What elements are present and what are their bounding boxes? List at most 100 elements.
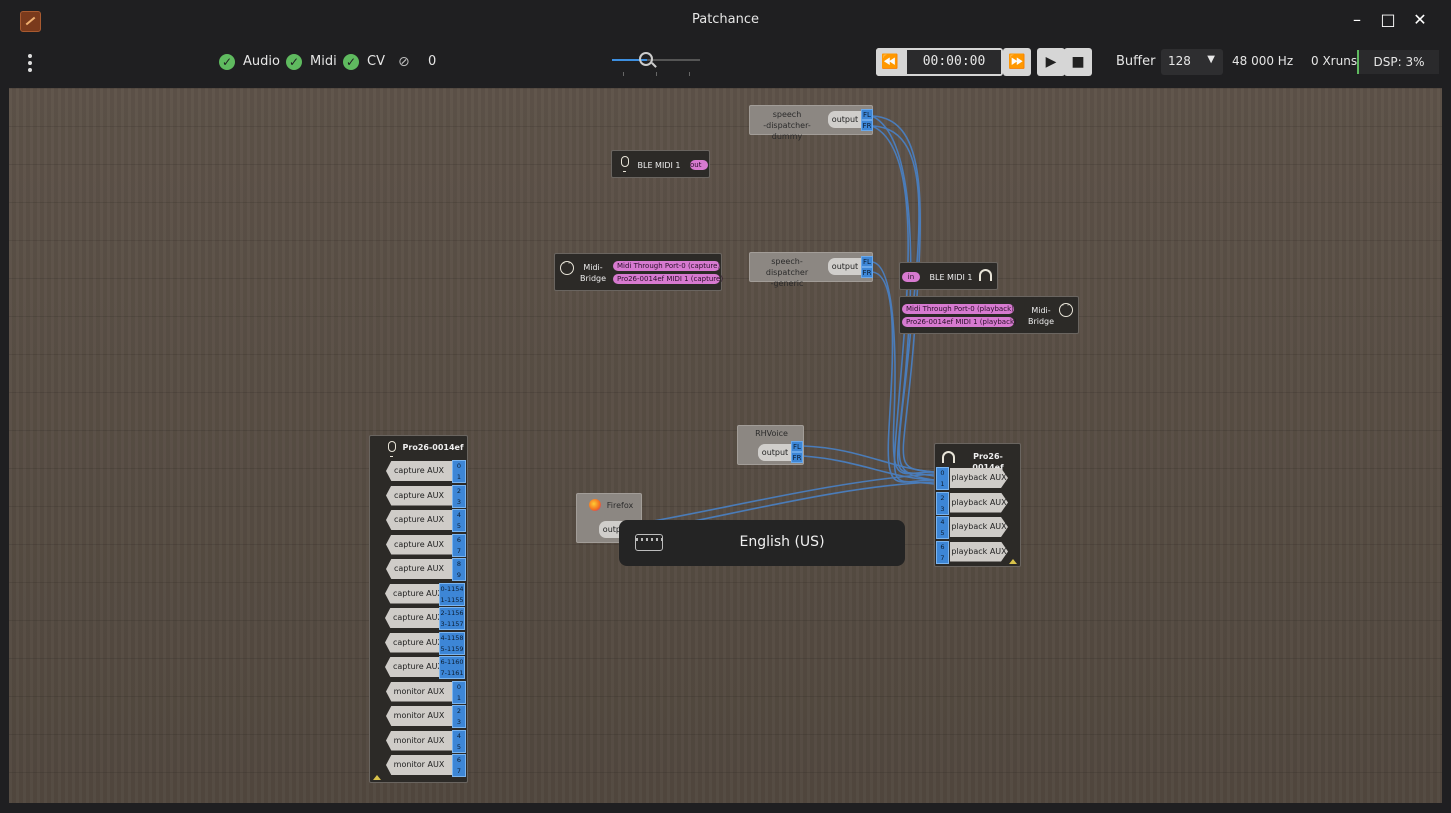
- port-channel[interactable]: 7: [937, 553, 948, 563]
- midi-check-icon[interactable]: ✓: [286, 54, 302, 70]
- maximize-button[interactable]: □: [1377, 9, 1399, 31]
- port-channels[interactable]: 45: [452, 729, 466, 753]
- port-channels[interactable]: 67: [452, 754, 466, 777]
- port-channel[interactable]: 2: [453, 706, 465, 717]
- output-port[interactable]: output: [828, 258, 862, 275]
- port-channels[interactable]: 2-1156 3-1157: [439, 607, 465, 630]
- port-channel[interactable]: 6: [453, 535, 465, 546]
- port-channels[interactable]: 4-1158 5-1159: [439, 631, 465, 655]
- port-channel[interactable]: 1: [937, 479, 948, 489]
- port-channel[interactable]: 2-1156: [440, 608, 464, 619]
- zoom-icon[interactable]: [639, 52, 654, 66]
- audio-out-port[interactable]: monitor AUX: [386, 706, 452, 726]
- port-channel[interactable]: 3: [937, 504, 948, 514]
- port-channel[interactable]: 5: [453, 521, 465, 531]
- audio-in-port[interactable]: playback AUX: [950, 517, 1008, 537]
- port-channel[interactable]: 7-1161: [440, 668, 464, 678]
- xruns-counter[interactable]: 0 Xruns: [1311, 54, 1357, 68]
- box-pro26-capture[interactable]: Pro26-0014ef capture AUX 0 1 capture AUX 2 3 c…: [369, 435, 468, 783]
- port-channel[interactable]: 6: [453, 755, 465, 766]
- port-channels[interactable]: 01: [452, 680, 466, 704]
- audio-out-port[interactable]: monitor AUX: [386, 755, 452, 775]
- port-channel[interactable]: 1: [453, 472, 465, 482]
- port-channels[interactable]: 01: [452, 460, 466, 483]
- audio-out-port[interactable]: capture AUX: [386, 510, 452, 530]
- cv-check-icon[interactable]: ✓: [343, 54, 359, 70]
- audio-out-port[interactable]: capture AUX: [386, 559, 452, 579]
- buffer-select[interactable]: 128 ▼: [1161, 49, 1223, 75]
- port-channels[interactable]: 67: [452, 533, 466, 557]
- port-channel[interactable]: 1-1155: [440, 595, 464, 605]
- box-speech-dispatcher-dummy[interactable]: speech -dispatcher-dummy output FL FR: [749, 105, 873, 141]
- port-channel[interactable]: 4-1158: [440, 633, 464, 644]
- output-port[interactable]: output: [828, 111, 862, 128]
- port-channel[interactable]: FR: [791, 452, 803, 463]
- midi-out-port[interactable]: Midi Through Port-0 (capture): [613, 261, 720, 271]
- port-channel[interactable]: 6-1160: [440, 657, 464, 668]
- audio-in-port[interactable]: playback AUX: [950, 468, 1008, 488]
- port-channel[interactable]: 7: [453, 766, 465, 776]
- audio-in-port[interactable]: playback AUX: [950, 492, 1008, 513]
- port-channel[interactable]: 0: [937, 468, 948, 479]
- audio-out-port[interactable]: capture AUX: [386, 485, 452, 506]
- port-channel[interactable]: 4: [453, 731, 465, 742]
- port-channel[interactable]: 0: [453, 682, 465, 693]
- port-channels[interactable]: 23: [452, 705, 466, 728]
- port-channel[interactable]: 5-1159: [440, 644, 464, 654]
- box-pro26-playback[interactable]: Pro26-0014ef 0 1 playback AUX 2 3 playback AU…: [934, 443, 1021, 567]
- box-ble-midi-output[interactable]: BLE MIDI 1 out: [611, 150, 710, 178]
- port-channel[interactable]: FR: [861, 267, 873, 278]
- audio-out-port[interactable]: monitor AUX: [386, 681, 452, 702]
- port-channel[interactable]: 3-1157: [440, 619, 464, 629]
- hidden-boxes-icon[interactable]: ⊘: [398, 54, 410, 70]
- box-midi-bridge-playback[interactable]: Midi Through Port-0 (playback) Pro26-001…: [899, 296, 1079, 334]
- port-channel[interactable]: 2: [937, 493, 948, 504]
- audio-out-port[interactable]: capture AUX: [386, 534, 452, 555]
- box-speech-dispatcher-generic[interactable]: speech-dispatcher -generic output FL FR: [749, 252, 873, 288]
- audio-out-port[interactable]: monitor AUX: [386, 730, 452, 751]
- port-channel[interactable]: 5: [453, 742, 465, 752]
- rewind-button[interactable]: ⏪: [876, 48, 904, 76]
- output-port[interactable]: output: [758, 444, 792, 461]
- port-channel[interactable]: 4: [937, 517, 948, 528]
- port-channels[interactable]: 23: [452, 484, 466, 508]
- menu-button[interactable]: [22, 51, 38, 73]
- close-button[interactable]: ✕: [1409, 9, 1431, 31]
- port-channel[interactable]: 9: [453, 570, 465, 580]
- audio-check-icon[interactable]: ✓: [219, 54, 235, 70]
- audio-toggle-label[interactable]: Audio: [243, 54, 280, 69]
- audio-out-port[interactable]: capture AUX: [386, 461, 452, 481]
- port-channel[interactable]: FL: [861, 109, 873, 120]
- port-channels[interactable]: 45: [452, 509, 466, 532]
- port-channel[interactable]: 3: [453, 497, 465, 507]
- resize-grip-icon[interactable]: [1009, 559, 1017, 564]
- port-channel[interactable]: 0-1154: [440, 584, 464, 595]
- port-channels[interactable]: 23: [936, 491, 949, 515]
- box-midi-bridge-capture[interactable]: Midi- Bridge Midi Through Port-0 (captur…: [554, 253, 723, 291]
- port-channels[interactable]: 89: [452, 558, 466, 581]
- box-rhvoice[interactable]: RHVoice output FL FR: [737, 425, 804, 465]
- port-channel[interactable]: 8: [453, 559, 465, 570]
- midi-out-port[interactable]: Pro26-0014ef MIDI 1 (capture): [613, 274, 723, 284]
- stop-button[interactable]: ■: [1064, 48, 1092, 76]
- port-channel[interactable]: 4: [453, 510, 465, 521]
- resize-grip-icon[interactable]: [373, 775, 381, 780]
- port-channel[interactable]: 0: [453, 461, 465, 472]
- minimize-button[interactable]: –: [1346, 9, 1368, 31]
- fast-forward-button[interactable]: ⏩: [1003, 48, 1031, 76]
- port-channel[interactable]: FR: [861, 120, 873, 131]
- midi-out-port[interactable]: out: [690, 160, 708, 170]
- patchbay-canvas[interactable]: speech -dispatcher-dummy output FL FR BL…: [9, 88, 1442, 803]
- midi-toggle-label[interactable]: Midi: [310, 54, 337, 69]
- port-channels[interactable]: 0-1154 1-1155: [439, 582, 465, 606]
- port-channels[interactable]: 01: [936, 467, 949, 490]
- audio-in-port[interactable]: playback AUX: [950, 541, 1008, 562]
- port-channel[interactable]: FL: [861, 256, 873, 267]
- cv-toggle-label[interactable]: CV: [367, 54, 385, 69]
- port-channel[interactable]: 7: [453, 546, 465, 556]
- port-channels[interactable]: 6-1160 7-1161: [439, 656, 465, 679]
- midi-in-port[interactable]: Midi Through Port-0 (playback): [902, 304, 1014, 314]
- port-channel[interactable]: 3: [453, 717, 465, 727]
- port-channel[interactable]: 1: [453, 693, 465, 703]
- port-channel[interactable]: 2: [453, 486, 465, 497]
